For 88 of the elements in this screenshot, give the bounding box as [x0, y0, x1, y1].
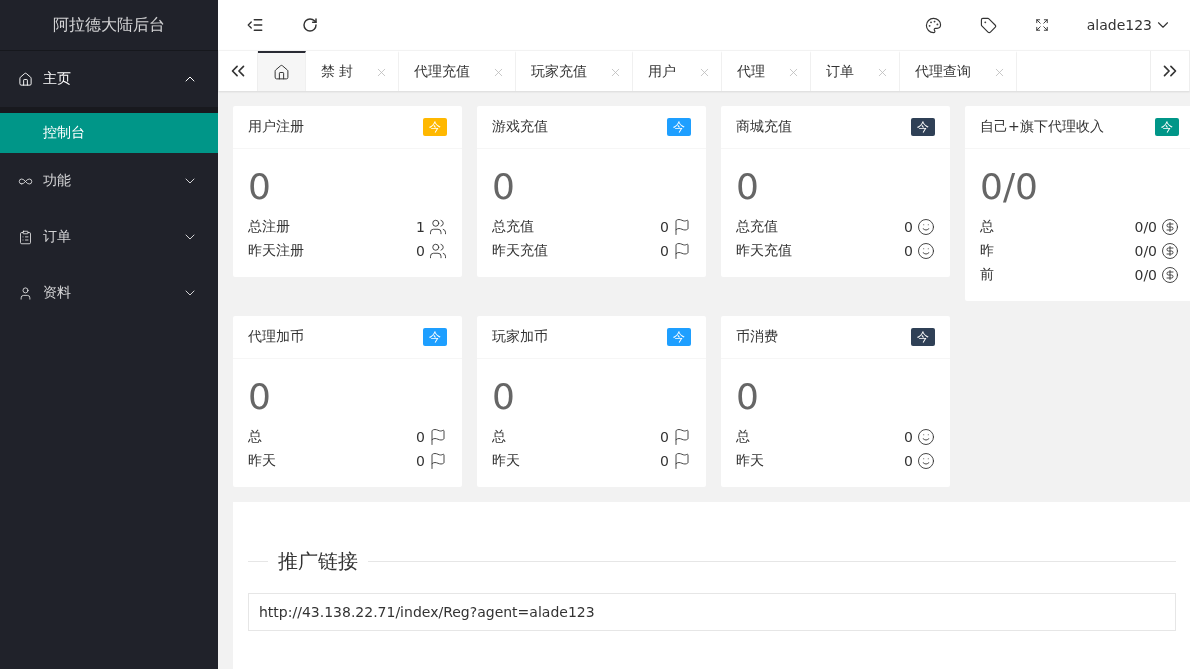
stat-count: 0 — [660, 219, 669, 235]
page-tab[interactable]: 代理充值 — [399, 51, 517, 91]
stat-label: 总充值 — [492, 218, 535, 236]
stat-count: 0 — [660, 243, 669, 259]
link-field[interactable]: http://43.138.22.71/index/Reg?agent=alade123 — [248, 593, 1176, 631]
home-tab[interactable] — [258, 51, 306, 91]
stat-label: 总 — [248, 428, 263, 446]
today-badge: 今 — [423, 328, 447, 346]
today-badge: 今 — [911, 118, 935, 136]
card-title: 用户注册 — [248, 118, 304, 136]
card-title: 游戏充值 — [492, 118, 548, 136]
stat-count: 0 — [416, 243, 425, 259]
page-tab[interactable]: 用户 — [633, 51, 723, 91]
stat-label: 昨天注册 — [248, 242, 305, 260]
page-tab[interactable]: 禁 封 — [306, 51, 400, 91]
stat-value: 0 — [736, 377, 760, 417]
stat-count: 1 — [416, 219, 425, 235]
dollar-icon — [1161, 218, 1179, 236]
smile-icon — [917, 242, 935, 260]
stat-count: 0 — [660, 453, 669, 469]
stat-label: 昨 — [980, 242, 995, 260]
stat-count: 0/0 — [1134, 219, 1157, 235]
card-title: 玩家加币 — [492, 328, 548, 346]
flag-icon — [673, 452, 691, 470]
stat-label: 总 — [736, 428, 751, 446]
today-badge: 今 — [1155, 118, 1179, 136]
sidebar-subitem[interactable]: 控制台 — [0, 113, 218, 153]
stat-label: 总 — [492, 428, 507, 446]
page-tab[interactable]: 代理 — [722, 51, 812, 91]
stat-label: 总 — [980, 218, 995, 236]
menu-collapse-icon[interactable] — [246, 16, 264, 34]
smile-icon — [917, 428, 935, 446]
stat-count: 0 — [660, 429, 669, 445]
dollar-icon — [1161, 242, 1179, 260]
clipboard-icon — [18, 229, 33, 245]
tag-icon[interactable] — [979, 16, 997, 34]
card-title: 币消费 — [736, 328, 778, 346]
today-badge: 今 — [667, 118, 691, 136]
users-icon — [429, 218, 447, 236]
stat-value: 0 — [492, 167, 516, 207]
section-legend: 推广链接 — [268, 548, 368, 575]
dollar-icon — [1161, 266, 1179, 284]
stat-label: 总注册 — [248, 218, 291, 236]
stat-count: 0 — [904, 453, 913, 469]
stat-count: 0/0 — [1134, 243, 1157, 259]
page-tab[interactable]: 订单 — [811, 51, 901, 91]
user-icon — [18, 285, 33, 301]
home-icon — [18, 71, 33, 87]
smile-icon — [917, 452, 935, 470]
stat-count: 0 — [904, 243, 913, 259]
refresh-icon[interactable] — [302, 17, 318, 33]
stat-count: 0 — [904, 429, 913, 445]
stat-value: 0 — [248, 167, 272, 207]
page-tab[interactable]: 玩家充值 — [516, 51, 634, 91]
stat-label: 昨天 — [736, 452, 765, 470]
fullscreen-icon[interactable] — [1034, 18, 1049, 32]
home-icon — [273, 63, 290, 81]
stat-label: 昨天充值 — [492, 242, 549, 260]
stat-value: 0 — [492, 377, 516, 417]
page-tab[interactable]: 代理查询 — [900, 51, 1018, 91]
today-badge: 今 — [667, 328, 691, 346]
stat-label: 昨天 — [492, 452, 521, 470]
stat-label: 昨天充值 — [736, 242, 793, 260]
stat-label: 前 — [980, 266, 995, 284]
flag-icon — [673, 428, 691, 446]
stat-count: 0 — [416, 453, 425, 469]
flag-icon — [673, 218, 691, 236]
smile-icon — [917, 218, 935, 236]
flag-icon — [673, 242, 691, 260]
stat-value: 0/0 — [980, 167, 1039, 207]
stat-value: 0 — [736, 167, 760, 207]
stat-count: 0/0 — [1134, 267, 1157, 283]
stat-value: 0 — [248, 377, 272, 417]
stat-label: 昨天 — [248, 452, 277, 470]
stat-count: 0 — [904, 219, 913, 235]
card-title: 商城充值 — [736, 118, 792, 136]
flag-icon — [429, 452, 447, 470]
stat-label: 总充值 — [736, 218, 779, 236]
users-icon — [429, 242, 447, 260]
today-badge: 今 — [911, 328, 935, 346]
today-badge: 今 — [423, 118, 447, 136]
user-menu[interactable]: alade123 — [1086, 16, 1172, 34]
palette-icon[interactable] — [924, 16, 942, 34]
card-title: 代理加币 — [248, 328, 304, 346]
stat-count: 0 — [416, 429, 425, 445]
flag-icon — [429, 428, 447, 446]
scroll-right-button[interactable] — [1150, 51, 1190, 91]
card-title: 自己+旗下代理收入 — [980, 118, 1104, 136]
